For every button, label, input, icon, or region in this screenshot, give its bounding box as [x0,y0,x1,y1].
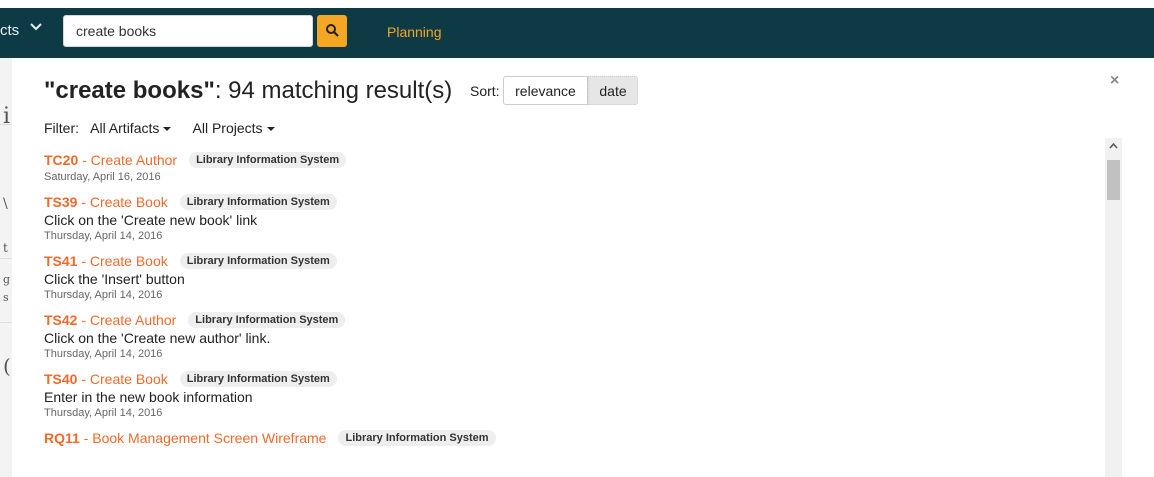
result-date: Thursday, April 14, 2016 [44,230,163,242]
list-item: TS40 - Create Book Library Information S… [44,369,1100,421]
list-item: TC20 - Create Author Library Information… [44,150,1100,185]
result-link[interactable]: RQ11 - Book Management Screen Wireframe [44,430,326,446]
chevron-down-icon[interactable] [29,20,43,37]
project-badge: Library Information System [179,253,337,269]
sort-label: Sort: [470,83,500,99]
result-title: - Create Author [78,152,178,168]
search-results-panel: "create books": 94 matching result(s) So… [12,58,1154,477]
result-description: Click on the 'Create new book' link [44,212,258,228]
project-badge: Library Information System [179,194,337,210]
list-item: TS39 - Create Book Library Information S… [44,192,1100,244]
scroll-up-icon[interactable] [1105,138,1122,155]
result-title: - Create Book [77,194,168,210]
result-date: Thursday, April 14, 2016 [44,407,163,419]
search-icon [325,23,339,40]
caret-down-icon [266,127,275,132]
result-date: Thursday, April 14, 2016 [44,289,163,301]
search-button[interactable] [317,15,347,47]
result-title: - Create Book [77,371,168,387]
project-badge: Library Information System [338,430,496,446]
result-link[interactable]: TS40 - Create Book [44,371,168,387]
caret-down-icon [163,127,172,132]
nav-menu-label[interactable]: cts [0,22,19,39]
background-text: i [3,104,11,129]
project-badge: Library Information System [188,312,346,328]
background-divider [0,258,12,259]
result-code: RQ11 [44,430,80,446]
background-text: t [3,241,8,255]
results-heading: "create books": 94 matching result(s) [44,77,452,105]
list-item: TS41 - Create Book Library Information S… [44,251,1100,303]
results-query: "create books" [44,77,215,104]
result-link[interactable]: TC20 - Create Author [44,152,177,168]
results-scrollbar[interactable] [1105,138,1122,477]
background-divider [0,322,12,323]
result-description: Click on the 'Create new author' link. [44,330,271,346]
result-code: TS39 [44,194,78,210]
filter-artifacts-dropdown[interactable]: All Artifacts [90,120,172,136]
result-link[interactable]: TS42 - Create Author [44,312,176,328]
result-date: Saturday, April 16, 2016 [44,171,161,183]
background-text: s [3,291,9,304]
result-title: - Book Management Screen Wireframe [79,430,327,446]
result-code: TC20 [44,152,79,168]
filter-label: Filter: [44,120,79,136]
result-code: TS41 [44,253,78,269]
list-item: RQ11 - Book Management Screen Wireframe … [44,428,1100,448]
top-navbar: cts Planning [0,0,1154,58]
result-title: - Create Author [77,312,177,328]
background-divider [0,124,12,125]
sort-date-button[interactable]: date [588,76,638,105]
project-badge: Library Information System [189,152,347,168]
background-page: i \ t g s ( [0,58,12,477]
nav-planning-link[interactable]: Planning [387,24,442,40]
result-title: - Create Book [77,253,168,269]
close-icon[interactable]: × [1110,72,1119,90]
top-strip [0,0,1154,8]
result-link[interactable]: TS41 - Create Book [44,253,168,269]
results-count: : 94 matching result(s) [214,77,453,104]
background-text: \ [3,196,8,212]
filter-row: Filter: All Artifacts All Projects [44,120,293,136]
background-text: g [3,273,11,286]
scrollbar-thumb[interactable] [1107,160,1120,200]
list-item: TS42 - Create Author Library Information… [44,310,1100,362]
result-description: Enter in the new book information [44,389,253,405]
result-code: TS42 [44,312,78,328]
sort-relevance-button[interactable]: relevance [503,76,588,105]
result-date: Thursday, April 14, 2016 [44,348,163,360]
result-link[interactable]: TS39 - Create Book [44,194,168,210]
result-description: Click the 'Insert' button [44,271,185,287]
filter-projects-label: All Projects [192,120,263,136]
filter-projects-dropdown[interactable]: All Projects [193,120,275,136]
filter-artifacts-label: All Artifacts [90,120,160,136]
project-badge: Library Information System [179,371,337,387]
results-list: TC20 - Create Author Library Information… [44,150,1100,477]
result-code: TS40 [44,371,78,387]
search-input[interactable] [63,15,313,47]
background-text: ( [3,354,11,378]
